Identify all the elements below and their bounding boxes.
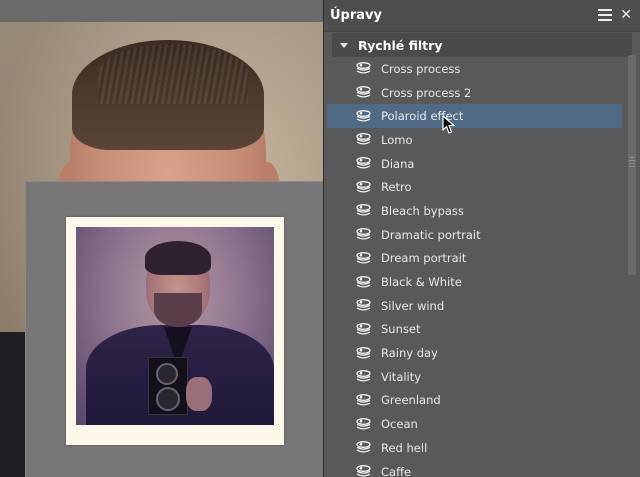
filter-item[interactable]: Silver wind (324, 294, 622, 318)
filter-item-selected[interactable]: Polaroid effect (327, 104, 622, 129)
filter-item-label: Dramatic portrait (381, 227, 481, 242)
filter-item[interactable]: Cross process 2 (324, 81, 622, 105)
stacked-layers-icon (356, 299, 371, 311)
filter-item-label: Bleach bypass (381, 203, 464, 218)
hamburger-menu-icon[interactable] (598, 8, 613, 22)
preview-hand (186, 377, 212, 411)
filter-item-label: Vitality (381, 369, 422, 384)
filter-item[interactable]: Vitality (324, 365, 622, 389)
filter-item[interactable]: Retro (324, 175, 622, 199)
filter-item[interactable]: Red hell (324, 436, 622, 460)
filter-item-label: Red hell (381, 440, 428, 455)
filter-item[interactable]: Sunset (324, 318, 622, 342)
stacked-layers-icon (356, 275, 371, 288)
caret-down-icon (340, 42, 348, 48)
filter-item-label: Silver wind (381, 298, 445, 313)
filter-item[interactable]: Dream portrait (324, 247, 622, 271)
stacked-layers-icon (356, 394, 371, 406)
stacked-layers-icon (356, 228, 371, 240)
stacked-layers-icon (356, 180, 371, 193)
image-canvas[interactable] (0, 0, 323, 477)
stacked-layers-icon (356, 370, 371, 382)
canvas-top-bar (0, 0, 323, 22)
preview-camera-lens-bottom (156, 387, 180, 411)
stacked-layers-icon (356, 62, 371, 74)
filter-item[interactable]: Diana (324, 152, 622, 176)
filter-item-label: Caffe (381, 464, 412, 477)
stacked-layers-icon (356, 251, 371, 264)
filter-item[interactable]: Black & White (324, 270, 622, 294)
group-label: Rychlé filtry (358, 37, 443, 53)
filter-item-label: Retro (381, 180, 412, 195)
filter-item-label: Ocean (381, 417, 418, 432)
filter-preview-popup (25, 181, 323, 477)
filter-item-label: Cross process (381, 61, 461, 76)
filter-item[interactable]: Ocean (324, 412, 622, 436)
stacked-layers-icon (356, 86, 371, 98)
filter-item[interactable]: Greenland (324, 389, 622, 413)
filter-item[interactable]: Lomo (324, 128, 622, 152)
filter-item-label: Black & White (381, 275, 462, 290)
filter-item[interactable]: Dramatic portrait (324, 223, 622, 247)
preview-hair (145, 241, 211, 275)
filter-item-label: Rainy day (381, 346, 438, 361)
filter-item-label: Lomo (381, 132, 413, 147)
close-icon[interactable]: ✕ (620, 8, 632, 22)
scrollbar-grip[interactable] (629, 157, 635, 167)
filter-item[interactable]: Rainy day (324, 341, 622, 365)
stacked-layers-icon (356, 417, 371, 430)
filter-item-label: Diana (381, 156, 415, 171)
stacked-layers-icon (356, 441, 371, 453)
adjustments-panel: Úpravy ✕ Rychlé filtry Cross process Cro… (323, 0, 640, 477)
filter-item-label: Dream portrait (381, 251, 467, 266)
filter-item[interactable]: Caffe (324, 460, 622, 477)
stacked-layers-icon (356, 465, 371, 477)
stacked-layers-icon (356, 157, 371, 169)
quick-filters-group-header[interactable]: Rychlé filtry (332, 33, 632, 57)
filter-item[interactable]: Bleach bypass (324, 199, 622, 223)
filter-item[interactable]: Cross process (324, 57, 622, 81)
stacked-layers-icon (356, 346, 371, 359)
filter-item-label: Cross process 2 (381, 85, 472, 100)
filter-item-label: Greenland (381, 393, 441, 408)
photo-hair-texture (98, 44, 248, 104)
panel-header: Úpravy ✕ (324, 0, 640, 32)
mouse-cursor-icon (442, 115, 455, 134)
stacked-layers-icon (356, 133, 371, 145)
preview-camera-lens-top (156, 363, 178, 385)
stacked-layers-icon (356, 109, 371, 122)
polaroid-frame (66, 217, 284, 445)
filter-item-label: Sunset (381, 322, 421, 337)
panel-header-controls: ✕ (598, 8, 632, 22)
filter-list: Cross process Cross process 2 Polaroid e… (324, 57, 640, 477)
preview-image (76, 227, 274, 425)
stacked-layers-icon (356, 204, 371, 217)
preview-beard (154, 293, 202, 327)
stacked-layers-icon (356, 322, 371, 335)
panel-title: Úpravy (330, 8, 382, 23)
